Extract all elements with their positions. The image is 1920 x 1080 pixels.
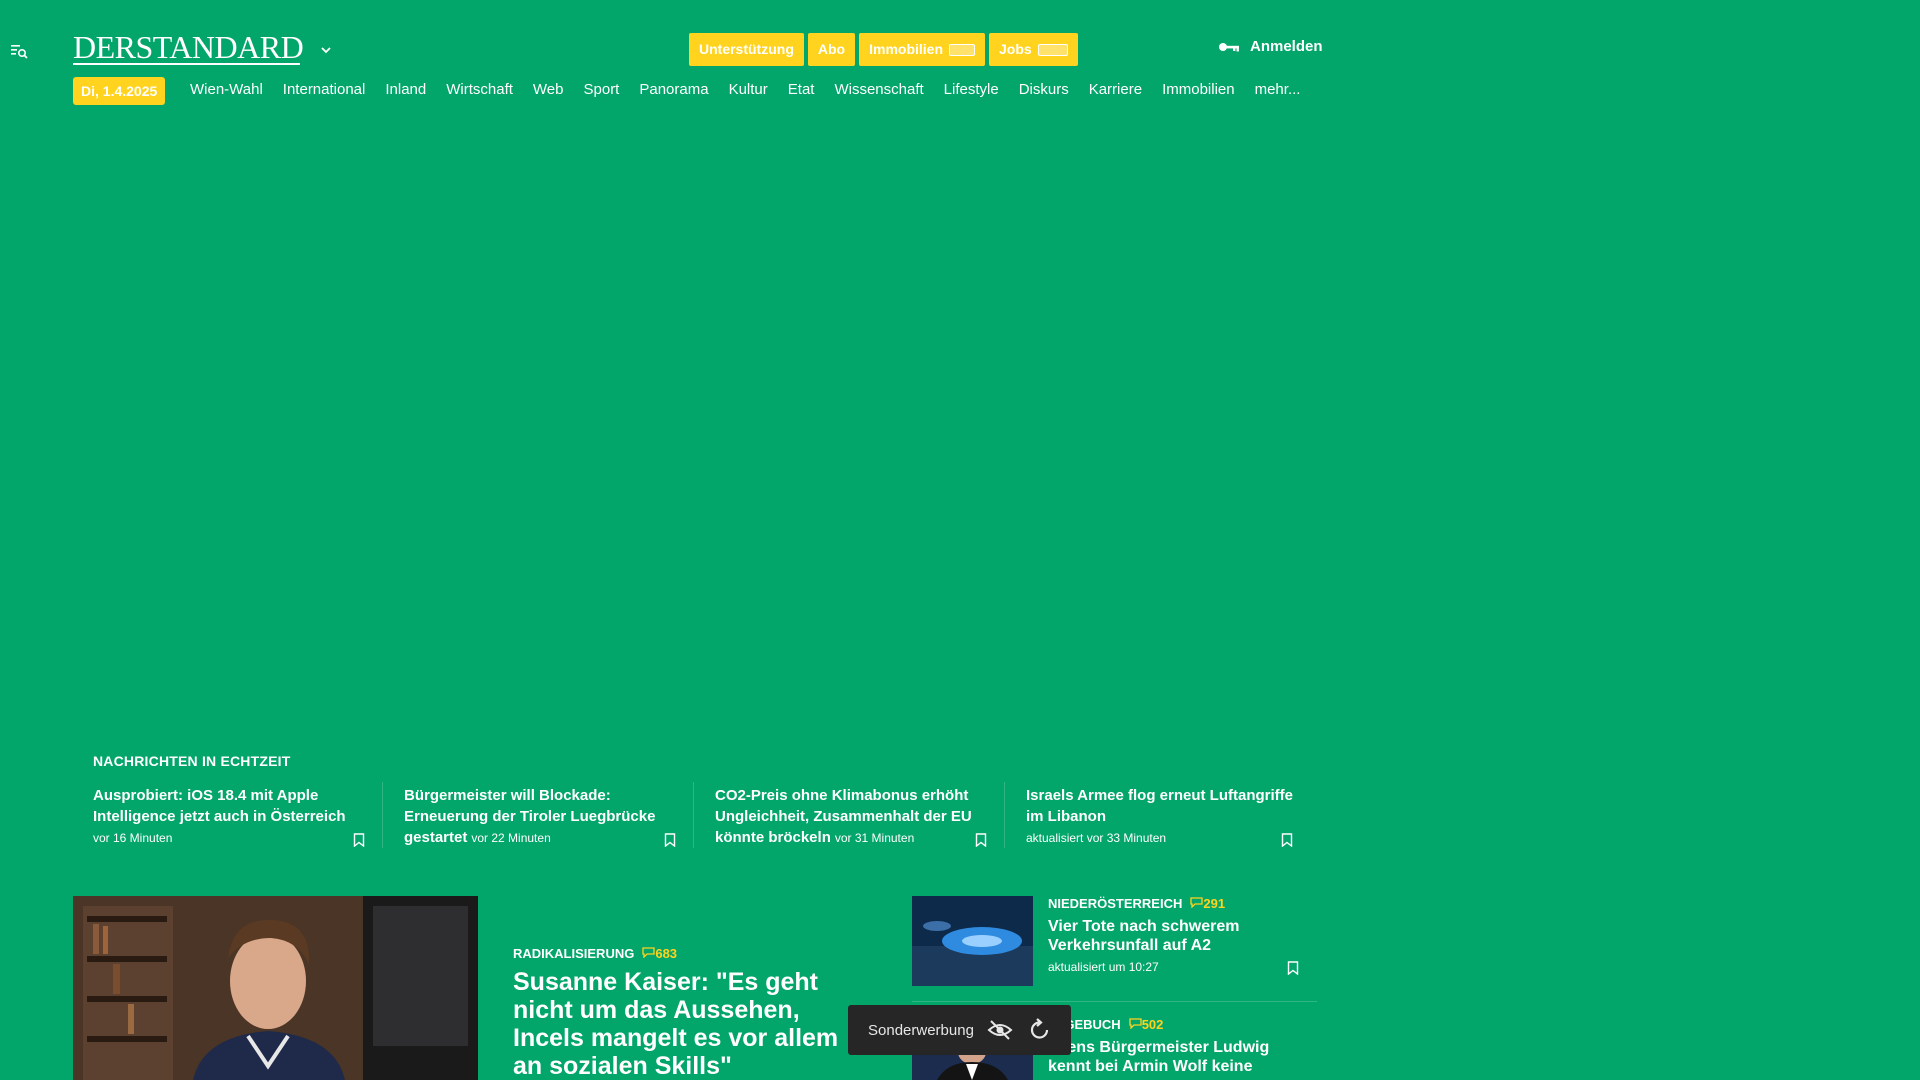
partner-badge-icon xyxy=(949,43,976,56)
main-article-kicker: RADIKALISIERUNG 683 xyxy=(513,946,678,961)
live-news-item[interactable]: Bürgermeister will Blockade: Erneuerung … xyxy=(404,785,682,849)
date-badge: Di, 1.4.2025 xyxy=(73,77,166,105)
ad-label: Sonderwerbung xyxy=(868,1021,974,1039)
hide-eye-icon[interactable] xyxy=(986,1016,1014,1044)
bookmark-icon[interactable] xyxy=(1281,833,1293,847)
live-news-item[interactable]: CO2-Preis ohne Klimabonus erhöht Ungleic… xyxy=(715,785,993,849)
comments-count[interactable]: 502 xyxy=(1129,1017,1163,1032)
immobilien-button[interactable]: Immobilien xyxy=(859,33,986,66)
side-article-time: aktualisiert um 10:27 xyxy=(1048,960,1159,974)
nav-item-karriere[interactable]: Karriere xyxy=(1089,81,1142,98)
nav-item-web[interactable]: Web xyxy=(533,81,564,98)
site-logo[interactable]: DERSTANDARD xyxy=(73,29,304,66)
live-news-time: vor 22 Minuten xyxy=(471,831,551,845)
nav-item-etat[interactable]: Etat xyxy=(788,81,815,98)
nav-item-wirtschaft[interactable]: Wirtschaft xyxy=(446,81,513,98)
live-news-heading: NACHRICHTEN IN ECHTZEIT xyxy=(93,753,291,769)
nav-item-inland[interactable]: Inland xyxy=(385,81,426,98)
divider xyxy=(693,782,694,848)
bookmark-icon[interactable] xyxy=(353,833,365,847)
comment-icon xyxy=(1129,1018,1142,1030)
live-news-time: vor 31 Minuten xyxy=(834,831,915,845)
partner-badge-icon xyxy=(1037,43,1068,56)
support-button[interactable]: Unterstützung xyxy=(689,33,804,66)
jobs-button[interactable]: Jobs xyxy=(989,33,1078,66)
key-icon xyxy=(1219,42,1239,51)
nav-item-kultur[interactable]: Kultur xyxy=(729,81,768,98)
main-nav: Wien-Wahl International Inland Wirtschaf… xyxy=(190,81,1320,98)
logo-underline xyxy=(73,63,300,65)
side-article-title[interactable]: Wiens Bürgermeister Ludwig kennt bei Arm… xyxy=(1048,1038,1278,1076)
article-photo xyxy=(912,896,1033,986)
nav-item-lifestyle[interactable]: Lifestyle xyxy=(944,81,999,98)
menu-search-icon[interactable] xyxy=(10,42,28,60)
bookmark-icon[interactable] xyxy=(664,833,676,847)
chevron-down-icon[interactable] xyxy=(318,42,334,58)
live-news-item[interactable]: Israels Armee flog erneut Luftangriffe i… xyxy=(1026,785,1304,849)
login-button[interactable]: Anmelden xyxy=(1218,38,1323,55)
live-news-title: Israels Armee flog erneut Luftangriffe i… xyxy=(1026,787,1293,825)
live-news-time: aktualisiert vor 33 Minuten xyxy=(1026,831,1167,845)
live-news-time: vor 16 Minuten xyxy=(93,831,173,845)
side-article-title[interactable]: Vier Tote nach schwerem Verkehrsunfall a… xyxy=(1048,917,1278,955)
nav-item-diskurs[interactable]: Diskurs xyxy=(1019,81,1069,98)
comments-count[interactable]: 291 xyxy=(1190,896,1225,911)
live-news-title: Ausprobiert: iOS 18.4 mit Apple Intellig… xyxy=(93,787,346,825)
live-news-item[interactable]: Ausprobiert: iOS 18.4 mit Apple Intellig… xyxy=(93,785,371,849)
bookmark-icon[interactable] xyxy=(975,833,987,847)
nav-item-wien-wahl[interactable]: Wien-Wahl xyxy=(190,81,263,98)
comments-count[interactable]: 683 xyxy=(642,946,677,961)
side-article-kicker: NIEDERÖSTERREICH 291 xyxy=(1048,896,1226,911)
side-article-image[interactable] xyxy=(912,896,1033,986)
abo-button[interactable]: Abo xyxy=(807,33,856,66)
divider xyxy=(382,782,383,848)
nav-item-sport[interactable]: Sport xyxy=(584,81,620,98)
bookmark-icon[interactable] xyxy=(1287,961,1299,975)
nav-item-immobilien[interactable]: Immobilien xyxy=(1162,81,1235,98)
article-photo xyxy=(73,896,478,1080)
refresh-icon[interactable] xyxy=(1026,1016,1054,1044)
top-buttons: Unterstützung Abo Immobilien Jobs xyxy=(689,33,1078,66)
divider xyxy=(1004,782,1005,848)
nav-item-international[interactable]: International xyxy=(283,81,366,98)
main-article-image[interactable] xyxy=(73,896,478,1080)
comment-icon xyxy=(1190,897,1204,909)
main-article-title[interactable]: Susanne Kaiser: "Es geht nicht um das Au… xyxy=(513,968,873,1080)
comment-icon xyxy=(642,947,655,959)
nav-item-wissenschaft[interactable]: Wissenschaft xyxy=(834,81,923,98)
nav-item-more[interactable]: mehr... xyxy=(1255,81,1301,98)
nav-item-panorama[interactable]: Panorama xyxy=(639,81,708,98)
divider xyxy=(912,1001,1317,1002)
ad-notice-bar: Sonderwerbung xyxy=(848,1005,1071,1055)
